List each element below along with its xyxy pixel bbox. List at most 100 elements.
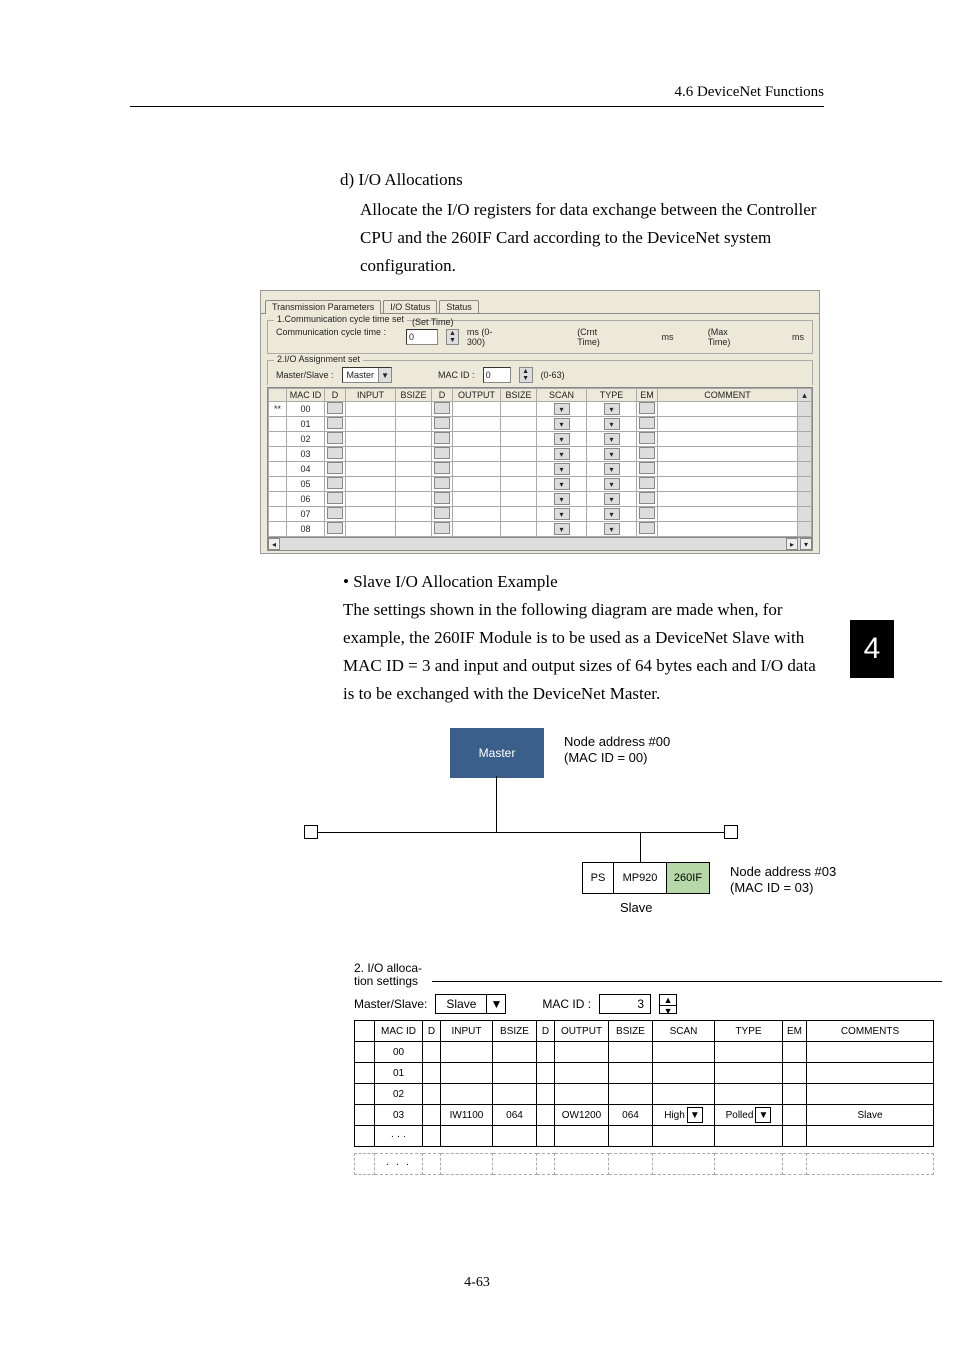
comm-cycle-spinner[interactable]: ▲▼ (446, 329, 459, 345)
grid-cell (325, 402, 346, 417)
chevron-down-icon[interactable]: ▾ (554, 478, 570, 490)
em-button[interactable] (639, 492, 655, 504)
scrollbar-track[interactable] (798, 522, 812, 537)
d-button[interactable] (434, 402, 450, 414)
chevron-down-icon[interactable]: ▾ (604, 448, 620, 460)
scol-blank (355, 1021, 375, 1042)
chevron-down-icon[interactable]: ▾ (604, 433, 620, 445)
d-button[interactable] (327, 522, 343, 534)
chevron-down-icon[interactable]: ▾ (604, 463, 620, 475)
chevron-down-icon[interactable]: ▼ (755, 1107, 771, 1123)
scroll-left-button[interactable]: ◂ (268, 538, 280, 550)
d-button[interactable] (434, 507, 450, 519)
grid-cell (396, 492, 432, 507)
d-button[interactable] (327, 417, 343, 429)
scroll-down-button[interactable]: ▾ (800, 538, 812, 550)
chevron-down-icon[interactable]: ▾ (604, 478, 620, 490)
grid-cell: ▾ (587, 417, 637, 432)
d-button[interactable] (327, 477, 343, 489)
d-button[interactable] (434, 447, 450, 459)
d-button[interactable] (327, 507, 343, 519)
settings-cell-comment (807, 1084, 934, 1105)
drop-line-master (496, 776, 497, 832)
chevron-down-icon[interactable]: ▾ (554, 418, 570, 430)
chevron-down-icon[interactable]: ▾ (604, 403, 620, 415)
scrollbar-track[interactable] (798, 492, 812, 507)
scrollbar-track[interactable] (798, 462, 812, 477)
d-button[interactable] (434, 477, 450, 489)
scol-macid: MAC ID (375, 1021, 423, 1042)
section-d-title: d) I/O Allocations (340, 170, 824, 190)
chevron-down-icon[interactable]: ▾ (604, 523, 620, 535)
tab-status[interactable]: Status (439, 300, 479, 313)
d-button[interactable] (327, 402, 343, 414)
macid-input[interactable]: 0 (483, 367, 511, 383)
grid-row: 02 ▾ ▾ (269, 432, 812, 447)
tab-io-status[interactable]: I/O Status (383, 300, 437, 313)
scrollbar-track[interactable] (798, 432, 812, 447)
scrollbar-track[interactable] (798, 402, 812, 417)
em-button[interactable] (639, 522, 655, 534)
chevron-down-icon[interactable]: ▾ (554, 508, 570, 520)
d-button[interactable] (434, 432, 450, 444)
horizontal-scrollbar[interactable]: ◂ ▸ ▾ (268, 537, 812, 550)
macid-spinner[interactable]: ▲▼ (519, 367, 533, 383)
chevron-down-icon[interactable]: ▾ (604, 418, 620, 430)
em-button[interactable] (639, 477, 655, 489)
scrollbar-track[interactable] (798, 507, 812, 522)
scol-bsize1: BSIZE (493, 1021, 537, 1042)
d-button[interactable] (434, 492, 450, 504)
col-comment: COMMENT (658, 389, 798, 402)
scrollbar-track[interactable] (798, 477, 812, 492)
settings-cell-bsize: 064 (493, 1105, 537, 1126)
grid-cell: ▾ (587, 492, 637, 507)
d-button[interactable] (434, 417, 450, 429)
settings-cell-input (441, 1126, 493, 1147)
grid-cell (637, 462, 658, 477)
d-button[interactable] (434, 522, 450, 534)
chevron-down-icon[interactable]: ▼ (687, 1107, 703, 1123)
grid-cell (637, 447, 658, 462)
grid-cell (637, 477, 658, 492)
settings-cell-macid: 00 (375, 1042, 423, 1063)
scrollbar-track[interactable] (798, 417, 812, 432)
d-button[interactable] (327, 462, 343, 474)
chevron-down-icon[interactable]: ▾ (554, 403, 570, 415)
chevron-down-icon[interactable]: ▾ (554, 448, 570, 460)
settings-macid-spinner[interactable]: ▲▼ (659, 994, 677, 1014)
em-button[interactable] (639, 507, 655, 519)
d-button[interactable] (327, 492, 343, 504)
master-slave-select[interactable]: Master ▼ (342, 367, 393, 383)
settings-master-slave-select[interactable]: Slave ▼ (435, 994, 506, 1014)
grid-cell (346, 447, 396, 462)
scrollbar-track[interactable] (798, 447, 812, 462)
chevron-down-icon[interactable]: ▾ (604, 508, 620, 520)
grid-cell: 02 (287, 432, 325, 447)
chevron-down-icon[interactable]: ▾ (604, 493, 620, 505)
col-scan: SCAN (537, 389, 587, 402)
scroll-right-button[interactable]: ▸ (786, 538, 798, 550)
chevron-down-icon[interactable]: ▾ (554, 523, 570, 535)
tab-transmission-parameters[interactable]: Transmission Parameters (265, 300, 381, 314)
grid-cell: 01 (287, 417, 325, 432)
grid-cell (501, 507, 537, 522)
em-button[interactable] (639, 432, 655, 444)
grid-cell (501, 402, 537, 417)
em-button[interactable] (639, 402, 655, 414)
em-button[interactable] (639, 462, 655, 474)
slave-node-label: Node address #03 (MAC ID = 03) (730, 864, 836, 896)
settings-table: MAC ID D INPUT BSIZE D OUTPUT BSIZE SCAN… (354, 1020, 934, 1147)
d-button[interactable] (327, 447, 343, 459)
d-button[interactable] (327, 432, 343, 444)
scroll-up-button[interactable]: ▴ (798, 389, 812, 402)
comm-cycle-input[interactable]: 0 (406, 329, 438, 345)
settings-macid-input[interactable]: 3 (599, 994, 651, 1014)
settings-row: 02 (355, 1084, 934, 1105)
em-button[interactable] (639, 447, 655, 459)
chevron-down-icon[interactable]: ▾ (554, 433, 570, 445)
chevron-down-icon[interactable]: ▾ (554, 493, 570, 505)
em-button[interactable] (639, 417, 655, 429)
d-button[interactable] (434, 462, 450, 474)
chevron-down-icon[interactable]: ▾ (554, 463, 570, 475)
grid-cell (346, 522, 396, 537)
